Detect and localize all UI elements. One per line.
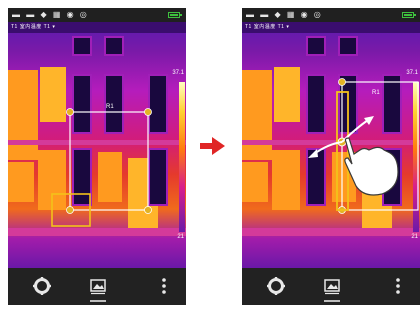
roi-rectangle[interactable]: [69, 111, 149, 211]
status-icons: ▬ ▬ ◆ ▦ ◉ ◎: [12, 10, 89, 19]
home-indicator: [324, 300, 340, 302]
bottom-navigation: [8, 268, 186, 305]
arrow-head-icon: [364, 116, 374, 125]
gear-icon[interactable]: [266, 276, 286, 296]
roi-overlay: R1: [308, 78, 419, 214]
arrow-head-icon: [308, 149, 318, 158]
more-vertical-icon[interactable]: [388, 276, 408, 296]
roi-handle[interactable]: [144, 206, 152, 214]
phone-screen-before: ▬ ▬ ◆ ▦ ◉ ◎ T1 室内温度 T1 ▾ 37.1 21 R1: [8, 8, 186, 305]
roi-handle[interactable]: [66, 206, 74, 214]
status-bar: ▬ ▬ ◆ ▦ ◉ ◎: [8, 8, 186, 22]
roi-label: R1: [106, 104, 114, 110]
hand-pointer-icon: [344, 137, 399, 196]
phone-screen-after: ▬ ▬ ◆ ▦ ◉ ◎ T1 室内温度 T1 ▾ 37.1 21 R1: [242, 8, 420, 305]
battery-icon: [402, 12, 416, 18]
status-bar: ▬ ▬ ◆ ▦ ◉ ◎: [242, 8, 420, 22]
status-icons: ▬ ▬ ◆ ▦ ◉ ◎: [246, 10, 323, 19]
gear-icon[interactable]: [32, 276, 52, 296]
roi-handle[interactable]: [338, 78, 346, 86]
bottom-navigation: [242, 268, 420, 305]
roi-label: R1: [372, 90, 380, 96]
battery-icon: [168, 12, 182, 18]
roi-overlay: R1: [51, 104, 152, 227]
roi-handle[interactable]: [144, 108, 152, 116]
thermal-image-view[interactable]: T1 室内温度 T1 ▾ 37.1 21 R1: [8, 22, 186, 268]
home-indicator: [90, 300, 106, 302]
arrow-right-icon: [200, 137, 225, 155]
gallery-icon[interactable]: [322, 276, 342, 296]
more-vertical-icon[interactable]: [154, 276, 174, 296]
thermal-image-view[interactable]: T1 室内温度 T1 ▾ 37.1 21 R1: [242, 22, 420, 268]
roi-handle[interactable]: [66, 108, 74, 116]
gallery-icon[interactable]: [88, 276, 108, 296]
